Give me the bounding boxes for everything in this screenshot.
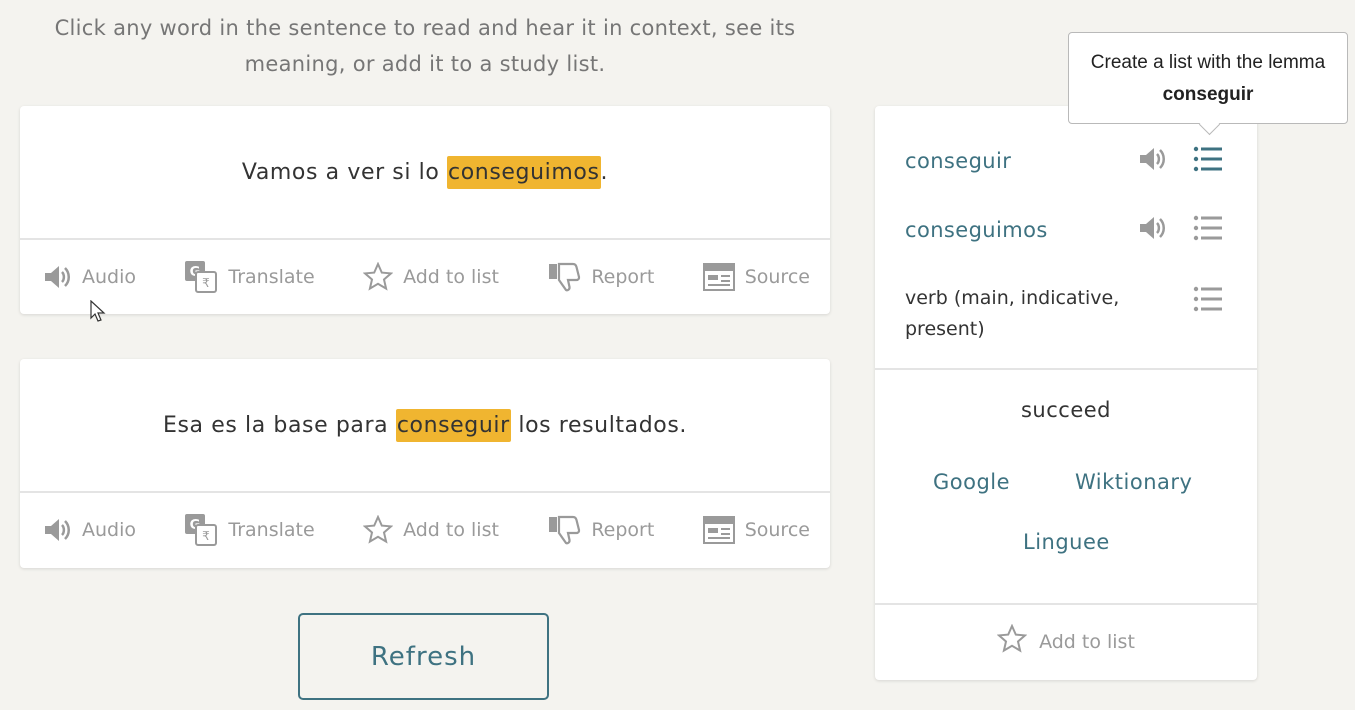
list-icon[interactable] [1193,286,1223,316]
translate-icon: G ₹ [184,260,218,294]
thumbs-down-icon [547,513,581,547]
tooltip-text: Create a list with the lemma [1090,52,1326,73]
word-detail-panel: conseguir conseguimos verb (main, indica… [875,106,1257,680]
sentence-2-actions: Audio G ₹ Translate Add to list Report So… [20,493,830,567]
add-to-list-label: Add to list [403,519,499,541]
source-button[interactable]: Source [702,516,810,544]
list-icon[interactable] [1193,146,1223,176]
add-to-list-button[interactable]: Add to list [363,515,499,545]
audio-label: Audio [82,266,137,288]
star-icon [996,623,1028,659]
create-list-tooltip: Create a list with the lemma conseguir [1068,32,1348,124]
add-to-list-button[interactable]: Add to list [363,262,499,292]
sentence-2-highlighted-word[interactable]: conseguir [395,408,511,442]
thumbs-down-icon [547,260,581,294]
sentence-1: Vamos a ver si lo conseguimos. [20,106,830,240]
translate-label: Translate [228,519,315,541]
sentence-2: Esa es la base para conseguir los result… [20,359,830,493]
source-button[interactable]: Source [702,263,810,291]
sentence-card-2: Esa es la base para conseguir los result… [20,359,830,568]
sentence-1-highlighted-word[interactable]: conseguimos [447,155,601,189]
list-icon[interactable] [1193,215,1223,245]
speaker-icon [42,262,72,292]
wiktionary-link[interactable]: Wiktionary [1075,470,1192,494]
translate-label: Translate [228,266,315,288]
speaker-icon[interactable] [1137,213,1167,247]
divider [875,603,1257,605]
report-button[interactable]: Report [547,260,654,294]
sentence-2-after[interactable]: los resultados. [511,413,687,438]
report-button[interactable]: Report [547,513,654,547]
audio-button[interactable]: Audio [42,262,136,292]
lemma-link[interactable]: conseguir [905,149,1011,173]
form-row: conseguimos [905,215,1227,245]
mouse-pointer-icon [90,299,106,326]
part-of-speech: verb (main, indicative, present) [905,287,1120,340]
source-label: Source [744,519,810,541]
translate-icon: G ₹ [184,513,218,547]
sentence-1-after: . [600,159,609,185]
google-link[interactable]: Google [933,470,1010,494]
tooltip-lemma: conseguir [1162,84,1254,105]
svg-text:₹: ₹ [203,276,211,290]
source-label: Source [744,266,810,288]
translate-button[interactable]: G ₹ Translate [184,260,315,294]
sentence-1-before[interactable]: Vamos a ver si lo [242,160,447,185]
star-icon [363,515,394,545]
star-icon [363,262,394,292]
form-link[interactable]: conseguimos [905,218,1048,242]
report-label: Report [591,519,655,541]
source-icon [702,516,735,544]
add-to-list-label: Add to list [403,266,499,288]
lemma-row: conseguir [905,146,1227,176]
speaker-icon[interactable] [1137,144,1167,178]
sentence-card-1: Vamos a ver si lo conseguimos. Audio G ₹ … [20,106,830,314]
linguee-link[interactable]: Linguee [1023,530,1110,554]
speaker-icon [42,515,72,545]
panel-add-to-list-label: Add to list [1039,630,1135,653]
meaning-text: succeed [1020,398,1111,422]
pos-row: verb (main, indicative, present) [905,283,1227,347]
audio-button[interactable]: Audio [42,515,136,545]
audio-label: Audio [82,519,137,541]
divider [875,368,1257,370]
source-icon [702,263,735,291]
translate-button[interactable]: G ₹ Translate [184,513,315,547]
instructions-text: Click any word in the sentence to read a… [54,16,796,76]
refresh-button[interactable]: Refresh [298,613,549,700]
sentence-1-actions: Audio G ₹ Translate Add to list Report So… [20,240,830,314]
report-label: Report [591,266,655,288]
sentence-2-before[interactable]: Esa es la base para [163,413,396,438]
panel-add-to-list-button[interactable]: Add to list [875,623,1257,659]
svg-text:₹: ₹ [203,529,211,543]
